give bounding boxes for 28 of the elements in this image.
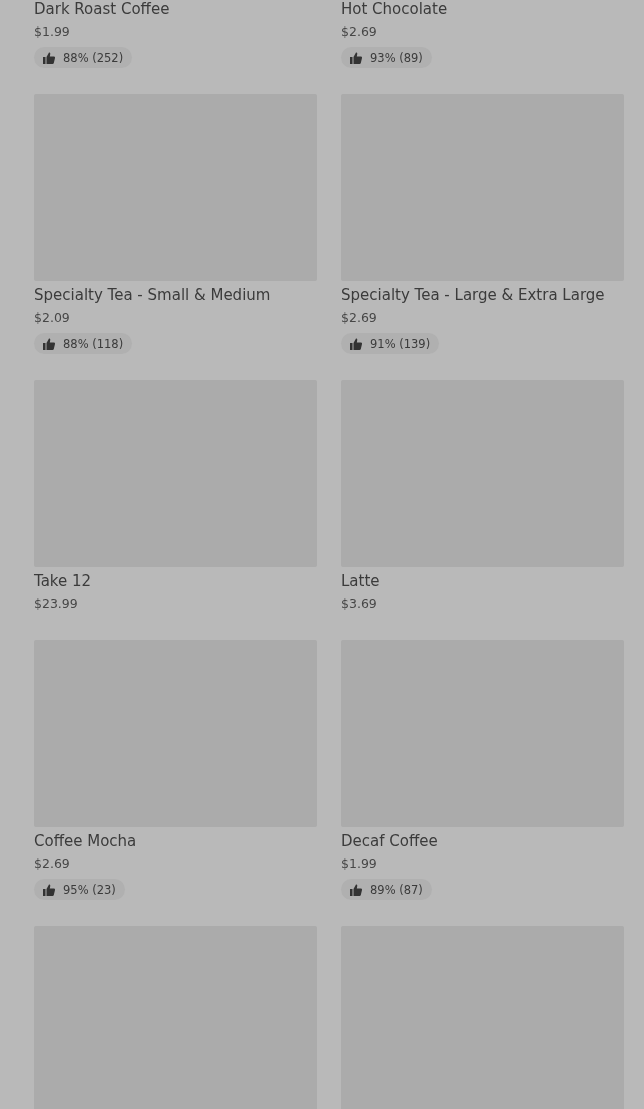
product-price: $2.69 <box>341 309 377 327</box>
product-name[interactable]: Hot Chocolate <box>341 0 448 20</box>
thumbs-up-icon <box>350 883 362 896</box>
thumbs-up-icon <box>350 337 362 350</box>
product-name[interactable]: Dark Roast Coffee <box>34 0 170 20</box>
product-price: $1.99 <box>34 23 70 41</box>
product-name[interactable]: Specialty Tea - Small & Medium <box>34 284 271 306</box>
thumbs-up-icon <box>43 51 55 64</box>
rating-badge: 89% (87) <box>341 879 432 900</box>
product-price: $1.99 <box>341 855 377 873</box>
product-name[interactable]: Decaf Coffee <box>341 830 438 852</box>
rating-badge: 93% (89) <box>341 47 432 68</box>
product-name[interactable]: Specialty Tea - Large & Extra Large <box>341 284 605 306</box>
product-name[interactable]: Coffee Mocha <box>34 830 137 852</box>
thumbs-up-icon <box>350 51 362 64</box>
product-price: $23.99 <box>34 595 78 613</box>
product-price: $2.69 <box>341 23 377 41</box>
product-price: $3.69 <box>341 595 377 613</box>
thumbs-up-icon <box>43 337 55 350</box>
rating-badge: 91% (139) <box>341 333 440 354</box>
thumbs-up-icon <box>43 883 55 896</box>
product-price: $2.69 <box>34 855 70 873</box>
product-name[interactable]: Take 12 <box>34 570 92 592</box>
rating-badge: 95% (23) <box>34 879 125 900</box>
product-name[interactable]: Latte <box>341 570 380 592</box>
rating-badge: 88% (252) <box>34 47 133 68</box>
product-price: $2.09 <box>34 309 70 327</box>
rating-badge: 88% (118) <box>34 333 133 354</box>
